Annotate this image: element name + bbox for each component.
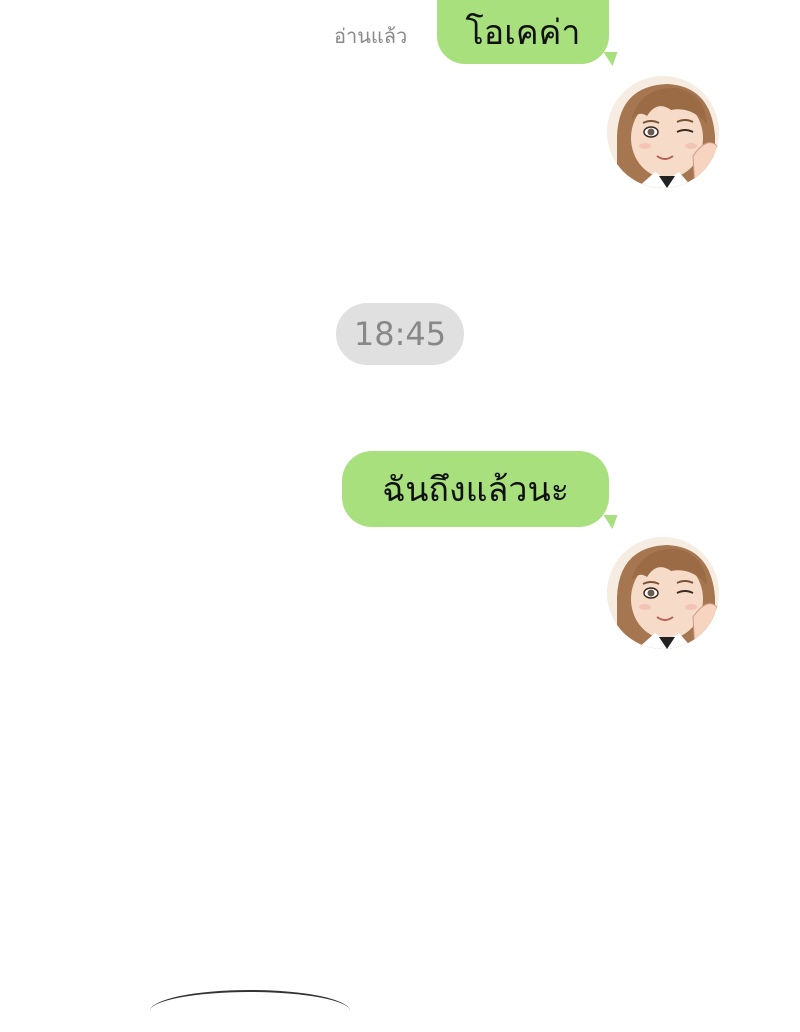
avatar-icon[interactable]	[607, 76, 719, 188]
girl-winking-avatar-icon	[607, 76, 719, 188]
partial-panel-edge	[150, 990, 350, 1032]
bubble-tail	[598, 515, 618, 529]
message-text: โอเคค่า	[465, 13, 581, 53]
timestamp-text: 18:45	[353, 315, 447, 353]
message-bubble[interactable]: ฉันถึงแล้วนะ	[342, 451, 618, 529]
bubble-tail	[598, 52, 618, 66]
read-receipt-label: อ่านแล้ว	[334, 24, 408, 48]
message-bubble[interactable]: โอเคค่า	[437, 0, 618, 66]
avatar-icon[interactable]	[607, 537, 719, 649]
timestamp-pill: 18:45	[336, 303, 464, 365]
girl-winking-avatar-icon	[607, 537, 719, 649]
message-text: ฉันถึงแล้วนะ	[382, 470, 569, 510]
